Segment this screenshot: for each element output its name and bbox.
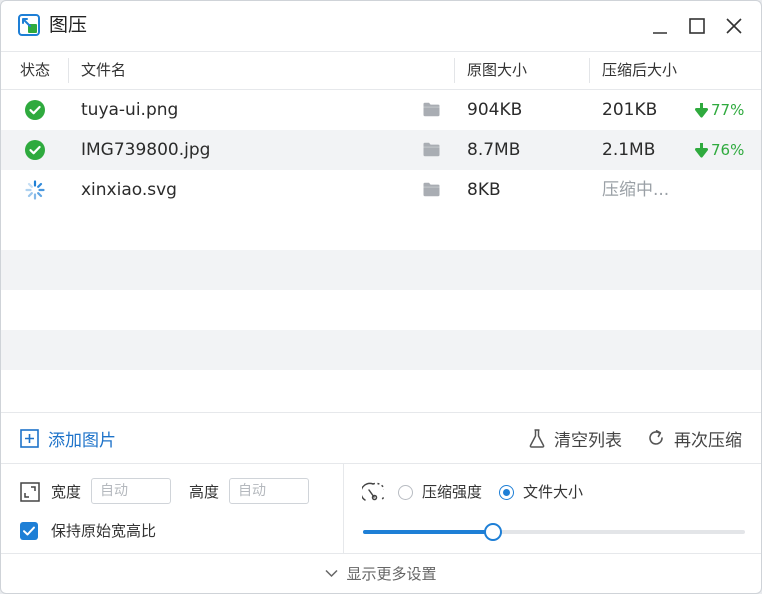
original-size: 8KB [467, 180, 501, 200]
spinner-icon [25, 180, 45, 200]
add-images-label: 添加图片 [48, 430, 116, 451]
header-compressed-size[interactable]: 压缩后大小 [602, 52, 677, 89]
empty-row [1, 330, 761, 370]
file-name: IMG739800.jpg [81, 140, 211, 160]
reduction-percent: 77% [695, 90, 744, 130]
reduction-value: 77% [711, 101, 745, 119]
slider-fill [363, 530, 493, 534]
folder-icon[interactable] [423, 182, 440, 197]
resize-icon [20, 482, 40, 502]
clear-list-label: 清空列表 [554, 430, 622, 451]
app-title: 图压 [49, 14, 88, 36]
width-label: 宽度 [51, 483, 82, 501]
reduction-value: 76% [711, 141, 745, 159]
keep-ratio-label[interactable]: 保持原始宽高比 [51, 521, 156, 541]
maximize-icon [689, 18, 705, 34]
plus-square-icon [20, 428, 39, 448]
header-status[interactable]: 状态 [20, 52, 50, 89]
empty-row [1, 250, 761, 290]
reduction-percent: 76% [695, 130, 744, 170]
compression-strength-label[interactable]: 压缩强度 [422, 482, 482, 502]
table-row[interactable]: xinxiao.svg 8KB 压缩中... [1, 170, 761, 210]
settings-divider [343, 463, 344, 553]
empty-row [1, 290, 761, 330]
gauge-icon [362, 482, 384, 501]
column-divider[interactable] [68, 58, 69, 83]
height-label: 高度 [189, 483, 220, 501]
table-header: 状态 文件名 原图大小 压缩后大小 [1, 52, 761, 90]
compressed-size: 2.1MB [602, 140, 656, 160]
compressed-size: 压缩中... [602, 180, 670, 200]
file-name: xinxiao.svg [81, 180, 177, 200]
height-input[interactable] [229, 478, 309, 504]
arrow-down-icon [695, 102, 708, 117]
compressed-size: 201KB [602, 100, 658, 120]
empty-row [1, 370, 761, 410]
original-size: 8.7MB [467, 140, 521, 160]
chevron-down-icon [325, 569, 339, 578]
minimize-icon [653, 32, 667, 34]
column-divider[interactable] [589, 58, 590, 83]
table-row[interactable]: tuya-ui.png 904KB 201KB 77% [1, 90, 761, 130]
check-circle-icon [25, 140, 45, 160]
show-more-settings-button[interactable]: 显示更多设置 [1, 554, 761, 593]
title-bar: 图压 [1, 1, 761, 52]
column-divider[interactable] [454, 58, 455, 83]
app-logo-icon [18, 14, 40, 36]
checkmark-icon [23, 526, 35, 536]
recompress-button[interactable]: 再次压缩 [647, 413, 742, 463]
maximize-button[interactable] [684, 13, 710, 39]
compression-slider[interactable] [363, 523, 745, 541]
table-row[interactable]: IMG739800.jpg 8.7MB 2.1MB 76% [1, 130, 761, 170]
arrow-down-icon [695, 142, 708, 157]
radio-file-size[interactable] [499, 485, 514, 500]
refresh-icon [649, 430, 663, 445]
app-window: 图压 状态 文件名 原图大小 压缩后大小 tuya-ui.png 904KB 2… [0, 0, 762, 594]
settings-panel: 宽度 高度 保持原始宽高比 压缩强度 文件大小 [1, 463, 761, 554]
file-list: tuya-ui.png 904KB 201KB 77% IMG739800.jp… [1, 90, 761, 412]
file-name: tuya-ui.png [81, 100, 179, 120]
clear-list-button[interactable]: 清空列表 [529, 413, 622, 463]
add-images-button[interactable]: 添加图片 [20, 413, 116, 463]
original-size: 904KB [467, 100, 523, 120]
slider-thumb[interactable] [483, 523, 502, 541]
recompress-label: 再次压缩 [674, 430, 742, 451]
keep-ratio-checkbox[interactable] [20, 522, 38, 540]
radio-compression-strength[interactable] [398, 485, 413, 500]
close-icon [726, 18, 742, 34]
folder-icon[interactable] [423, 102, 440, 117]
header-filename[interactable]: 文件名 [81, 52, 126, 89]
file-size-label[interactable]: 文件大小 [523, 482, 583, 502]
close-button[interactable] [721, 13, 747, 39]
check-circle-icon [25, 100, 45, 120]
folder-icon[interactable] [423, 142, 440, 157]
action-bar: 添加图片 清空列表 再次压缩 [1, 412, 761, 464]
header-original-size[interactable]: 原图大小 [467, 52, 527, 89]
width-input[interactable] [91, 478, 171, 504]
show-more-settings-label: 显示更多设置 [346, 565, 437, 583]
flask-icon [529, 428, 545, 448]
empty-row [1, 210, 761, 250]
minimize-button[interactable] [647, 13, 673, 39]
